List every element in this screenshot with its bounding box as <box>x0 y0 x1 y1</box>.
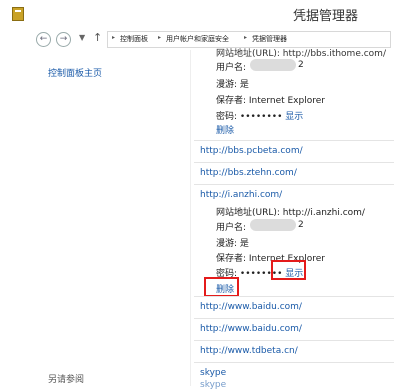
username-label: 用户名: <box>216 223 247 233</box>
credential-url-detail: 网站地址(URL): http://bbs.ithome.com/ <box>216 49 386 59</box>
credentials-list: 网站地址(URL): http://bbs.ithome.com/ 用户名: 2… <box>194 49 394 390</box>
username-row: 用户名: 2 <box>216 219 304 233</box>
breadcrumb-sep-icon: ▸ <box>112 34 116 41</box>
password-dots: •••••••• <box>239 112 283 122</box>
forward-arrow-icon[interactable]: → <box>56 32 71 47</box>
redacted-username <box>250 219 296 231</box>
show-highlight-box <box>271 260 306 280</box>
pane-divider <box>190 50 191 386</box>
credential-url: http://www.baidu.com/ <box>200 302 302 312</box>
breadcrumb-sep-icon: ▸ <box>158 34 162 41</box>
username-suffix: 2 <box>298 220 304 230</box>
delete-credential-link[interactable]: 删除 <box>216 123 234 136</box>
credential-url: skype <box>200 368 227 378</box>
roaming-row: 漫游: 是 <box>216 80 249 90</box>
credential-url: http://www.tdbeta.cn/ <box>200 346 298 356</box>
credential-manager-icon <box>12 7 24 21</box>
saved-by-row: 保存者: Internet Explorer <box>216 96 325 106</box>
credential-url-detail: 网站地址(URL): http://i.anzhi.com/ <box>216 208 365 218</box>
window-title: 凭据管理器 <box>292 9 358 24</box>
delete-highlight-box <box>204 277 239 297</box>
back-arrow-icon[interactable]: ← <box>36 32 51 47</box>
credential-item[interactable]: http://www.tdbeta.cn/ <box>194 340 394 363</box>
left-pane: 控制面板主页 另请参阅 <box>0 50 190 386</box>
breadcrumb-control-panel[interactable]: 控制面板 <box>120 34 148 44</box>
control-panel-home-link[interactable]: 控制面板主页 <box>48 66 102 79</box>
credential-url: http://bbs.ztehn.com/ <box>200 168 297 178</box>
credential-item[interactable]: http://bbs.pcbeta.com/ <box>194 140 394 163</box>
credential-url: http://www.baidu.com/ <box>200 324 302 334</box>
password-label: 密码: <box>216 112 238 122</box>
breadcrumb-user-accounts[interactable]: 用户帐户和家庭安全 <box>166 34 229 44</box>
credential-item[interactable]: http://i.anzhi.com/ <box>194 184 394 207</box>
credential-item[interactable]: http://www.baidu.com/ <box>194 318 394 341</box>
credential-item[interactable]: http://www.baidu.com/ <box>194 296 394 319</box>
credential-url: http://bbs.pcbeta.com/ <box>200 146 303 156</box>
show-password-link[interactable]: 显示 <box>285 112 303 122</box>
breadcrumb-credential-manager[interactable]: 凭据管理器 <box>252 34 287 44</box>
username-row: 用户名: 2 <box>216 59 304 73</box>
roaming-row: 漫游: 是 <box>216 239 249 249</box>
username-suffix: 2 <box>298 60 304 70</box>
see-also-heading: 另请参阅 <box>48 375 85 385</box>
credential-url-partial: skype <box>200 380 227 390</box>
credential-item[interactable]: http://bbs.ztehn.com/ <box>194 162 394 185</box>
title-bar: 凭据管理器 <box>0 0 394 26</box>
credential-url: http://i.anzhi.com/ <box>200 190 283 200</box>
up-level-arrow-icon[interactable]: ↑ <box>93 31 102 44</box>
redacted-username <box>250 59 296 71</box>
recent-pages-chevron-icon[interactable]: ▼ <box>79 33 85 42</box>
breadcrumb-sep-icon: ▸ <box>244 34 248 41</box>
username-label: 用户名: <box>216 63 247 73</box>
password-row: 密码: •••••••• 显示 <box>216 109 303 122</box>
